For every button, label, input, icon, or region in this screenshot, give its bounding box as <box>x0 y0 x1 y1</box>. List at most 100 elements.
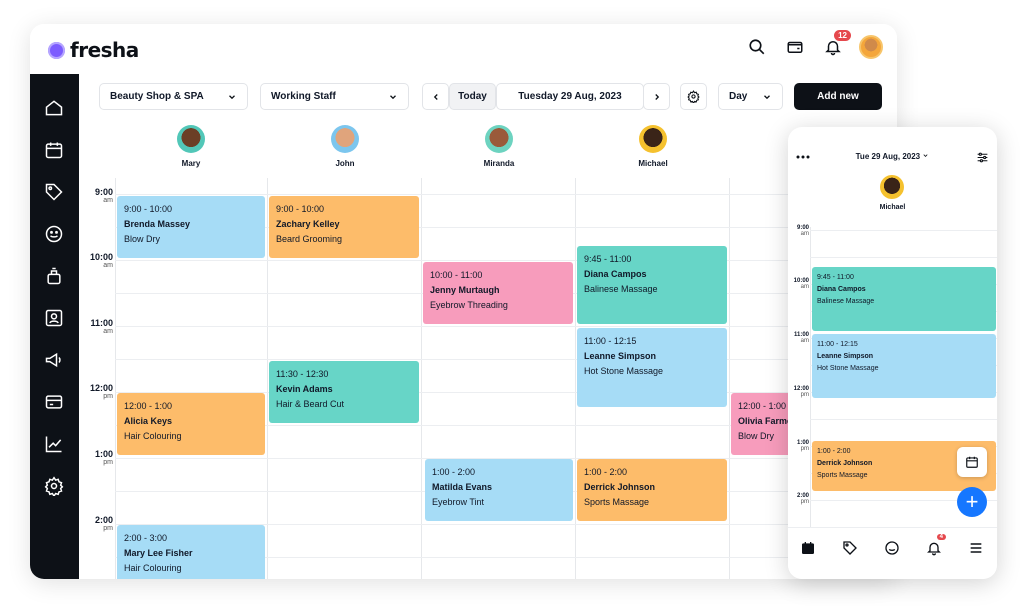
next-day-button[interactable] <box>643 83 670 110</box>
time-label: 9:00 am <box>94 187 113 204</box>
staff-name: Mary <box>181 159 201 168</box>
avatar <box>177 125 205 153</box>
appointment-card[interactable]: 12:00 - 1:00 Alicia Keys Hair Colouring <box>117 393 265 455</box>
time-label: 1:00 pm <box>94 449 113 466</box>
add-appointment-fab[interactable]: + <box>957 487 987 517</box>
staff-column-header[interactable]: Mary <box>146 125 236 168</box>
desktop-app-window: fresha 12 Beauty Shop & SPA Working Staf… <box>30 24 897 579</box>
notification-badge: 12 <box>834 30 851 41</box>
calendar-grid[interactable]: 9:00 am 10:00 am 11:00 am 12:00 pm 1:00 pm 2:… <box>79 178 897 579</box>
avatar[interactable] <box>880 175 904 199</box>
appointment-card[interactable]: 9:00 - 10:00 Brenda Massey Blow Dry <box>117 196 265 258</box>
view-select[interactable]: Day <box>718 83 783 110</box>
sidebar <box>30 74 79 579</box>
location-select[interactable]: Beauty Shop & SPA <box>99 83 248 110</box>
search-icon[interactable] <box>745 35 769 59</box>
gear-icon <box>687 90 700 103</box>
avatar <box>639 125 667 153</box>
logo-text: fresha <box>70 38 139 62</box>
mobile-app-window: Tue 29 Aug, 2023 Michael 9:00 am 10:00 am … <box>788 127 997 579</box>
appointment-card[interactable]: 11:00 - 12:15 Leanne Simpson Hot Stone Mas… <box>577 328 727 407</box>
staff-name: Miranda <box>483 159 515 168</box>
tab-sales[interactable] <box>840 538 860 558</box>
mobile-tab-bar: 4 <box>788 527 997 579</box>
tab-menu[interactable] <box>966 538 986 558</box>
mobile-calendar-grid[interactable]: 9:00 am 10:00 am 11:00 am 12:00 pm 1:00 pm 2:… <box>788 225 997 527</box>
time-label: 2:00 pm <box>796 493 809 505</box>
time-label: 10:00 am <box>89 252 113 269</box>
bell-icon <box>927 542 941 556</box>
time-label: 12:00 pm <box>793 386 809 398</box>
staff-filter-label: Working Staff <box>271 91 336 102</box>
view-select-label: Day <box>729 91 748 102</box>
avatar <box>331 125 359 153</box>
mobile-date-picker[interactable]: Tue 29 Aug, 2023 <box>788 152 997 161</box>
location-select-label: Beauty Shop & SPA <box>110 91 204 102</box>
tag-icon[interactable] <box>42 180 66 204</box>
staff-column-header[interactable]: Michael <box>608 125 698 168</box>
staff-column-header[interactable]: John <box>300 125 390 168</box>
smile-icon <box>885 541 899 555</box>
user-avatar[interactable] <box>859 35 883 59</box>
tab-calendar[interactable] <box>798 538 818 558</box>
settings-gear-icon[interactable] <box>42 474 66 498</box>
product-bottle-icon[interactable] <box>42 264 66 288</box>
avatar <box>485 125 513 153</box>
logo-mark-icon <box>48 41 65 59</box>
staff-header-row: Mary John Miranda Michael <box>79 120 897 178</box>
analytics-chart-icon[interactable] <box>42 432 66 456</box>
appointment-card[interactable]: 10:00 - 11:00 Jenny Murtaugh Eyebrow Threa… <box>423 262 573 324</box>
add-new-button[interactable]: Add new <box>794 83 882 110</box>
today-button[interactable]: Today <box>449 83 496 110</box>
time-label: 10:00 am <box>793 278 809 290</box>
megaphone-icon[interactable] <box>42 348 66 372</box>
appointment-card[interactable]: 9:45 - 11:00 Diana Campos Balinese Massage <box>577 246 727 324</box>
calendar-icon <box>802 542 814 554</box>
time-label: 1:00 pm <box>796 440 809 452</box>
tab-clients[interactable] <box>882 538 902 558</box>
home-icon[interactable] <box>42 96 66 120</box>
wallet-icon[interactable] <box>783 35 807 59</box>
appointment-card[interactable]: 1:00 - 2:00 Derrick Johnson Sports Massage <box>577 459 727 521</box>
time-label: 11:00 am <box>793 332 809 344</box>
staff-name: John <box>335 159 355 168</box>
appointment-card[interactable]: 9:00 - 10:00 Zachary Kelley Beard Grooming <box>269 196 419 258</box>
notifications-button[interactable]: 12 <box>821 30 851 59</box>
calendar-settings-button[interactable] <box>680 83 707 110</box>
chevron-down-icon <box>764 94 770 99</box>
chevron-down-icon <box>923 154 928 157</box>
tag-icon <box>843 541 857 555</box>
notification-badge: 4 <box>936 534 946 540</box>
calendar-icon[interactable] <box>42 138 66 162</box>
prev-day-button[interactable] <box>422 83 449 110</box>
time-label: 2:00 pm <box>94 515 113 532</box>
credit-card-icon[interactable] <box>42 390 66 414</box>
appointment-card[interactable]: 11:00 - 12:15 Leanne Simpson Hot Stone Mas… <box>812 334 996 398</box>
staff-name: Michael <box>879 204 906 211</box>
top-bar: fresha 12 <box>30 24 897 74</box>
chevron-down-icon <box>390 94 396 99</box>
appointment-card[interactable]: 1:00 - 2:00 Matilda Evans Eyebrow Tint <box>425 459 573 521</box>
tab-notifications[interactable]: 4 <box>924 534 946 558</box>
time-label: 12:00 pm <box>89 383 113 400</box>
chevron-down-icon <box>229 94 235 99</box>
menu-icon <box>970 543 982 553</box>
appointment-card[interactable]: 2:00 - 3:00 Mary Lee Fisher Hair Colouring <box>117 525 265 579</box>
logo[interactable]: fresha <box>48 38 139 62</box>
filter-sliders-icon[interactable] <box>976 151 989 164</box>
mobile-calendar-button[interactable] <box>957 447 987 477</box>
calendar-toolbar: Beauty Shop & SPA Working Staff Today Tu… <box>79 74 897 120</box>
appointment-card[interactable]: 11:30 - 12:30 Kevin Adams Hair & Beard Cut <box>269 361 419 423</box>
time-label: 11:00 am <box>90 318 113 335</box>
smile-icon[interactable] <box>42 222 66 246</box>
appointment-card[interactable]: 9:45 - 11:00 Diana Campos Balinese Massage <box>812 267 996 331</box>
chevron-right-icon <box>654 93 659 100</box>
date-picker-button[interactable]: Tuesday 29 Aug, 2023 <box>496 83 644 110</box>
mobile-header: Tue 29 Aug, 2023 Michael <box>788 127 997 227</box>
time-label: 9:00 am <box>796 225 809 237</box>
contact-card-icon[interactable] <box>42 306 66 330</box>
staff-column-header[interactable]: Miranda <box>454 125 544 168</box>
staff-name: Michael <box>638 159 668 168</box>
staff-filter-select[interactable]: Working Staff <box>260 83 409 110</box>
calendar-icon <box>966 456 978 468</box>
